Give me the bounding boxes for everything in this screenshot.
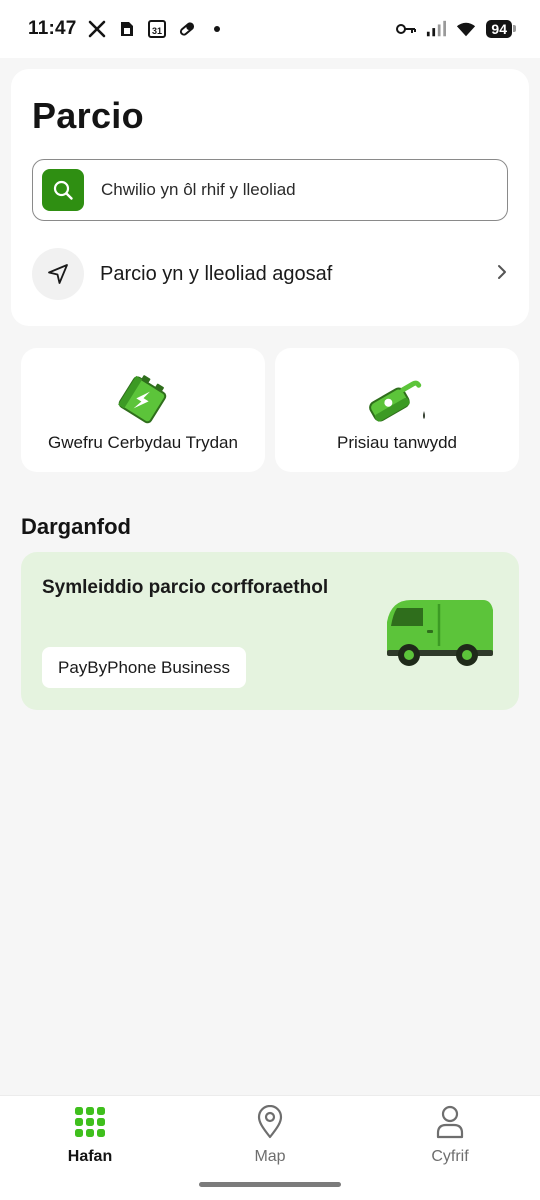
- nav-map-label: Map: [254, 1148, 286, 1165]
- ev-charging-label: Gwefru Cerbydau Trydan: [48, 433, 238, 452]
- ev-battery-icon: [113, 374, 173, 424]
- nav-home-label: Hafan: [67, 1148, 113, 1165]
- promo-title: Symleiddio parcio corfforaethol: [42, 577, 329, 598]
- fuel-prices-tile[interactable]: Prisiau tanwydd: [275, 348, 519, 472]
- park-nearest-location-row[interactable]: Parcio yn y lleoliad agosaf: [32, 247, 508, 301]
- map-pin-icon: [256, 1104, 284, 1140]
- grid-icon: [74, 1104, 106, 1140]
- pill-icon: [177, 19, 197, 39]
- ev-charging-tile[interactable]: Gwefru Cerbydau Trydan: [21, 348, 265, 472]
- person-icon: [435, 1104, 465, 1140]
- search-icon[interactable]: [42, 169, 84, 211]
- nav-account[interactable]: Cyfrif: [390, 1104, 510, 1166]
- status-time: 11:47: [28, 18, 77, 39]
- business-promo-card[interactable]: Symleiddio parcio corfforaethol PayByPho…: [21, 552, 519, 710]
- status-bar: 11:47 31 94: [0, 0, 540, 58]
- calendar-icon: 31: [147, 19, 167, 39]
- discover-heading: Darganfod: [21, 514, 131, 539]
- park-nearest-label: Parcio yn y lleoliad agosaf: [100, 262, 333, 285]
- nav-map[interactable]: Map: [210, 1104, 330, 1166]
- home-indicator[interactable]: [199, 1182, 341, 1187]
- fuel-nozzle-icon: [362, 374, 432, 424]
- search-bar[interactable]: [32, 159, 508, 221]
- nav-account-label: Cyfrif: [431, 1148, 469, 1165]
- dot-icon: [207, 19, 227, 39]
- battery-icon: 94: [486, 20, 516, 38]
- key-icon: [396, 19, 417, 39]
- van-icon: [383, 594, 495, 675]
- nav-home[interactable]: Hafan: [30, 1104, 150, 1166]
- x-icon: [87, 19, 107, 39]
- wifi-icon: [456, 19, 476, 39]
- paybyphone-business-button[interactable]: PayByPhone Business: [42, 647, 246, 688]
- calendar-day: 31: [152, 26, 162, 36]
- signal-icon: [426, 19, 447, 39]
- chevron-right-icon: [496, 264, 508, 285]
- fuel-prices-label: Prisiau tanwydd: [336, 433, 457, 452]
- navigation-arrow-icon: [32, 248, 84, 300]
- parking-card: Parcio Parcio yn y lleoliad agosaf: [11, 69, 529, 326]
- search-input[interactable]: [101, 180, 481, 200]
- sim-icon: [117, 19, 137, 39]
- page-title: Parcio: [32, 95, 144, 136]
